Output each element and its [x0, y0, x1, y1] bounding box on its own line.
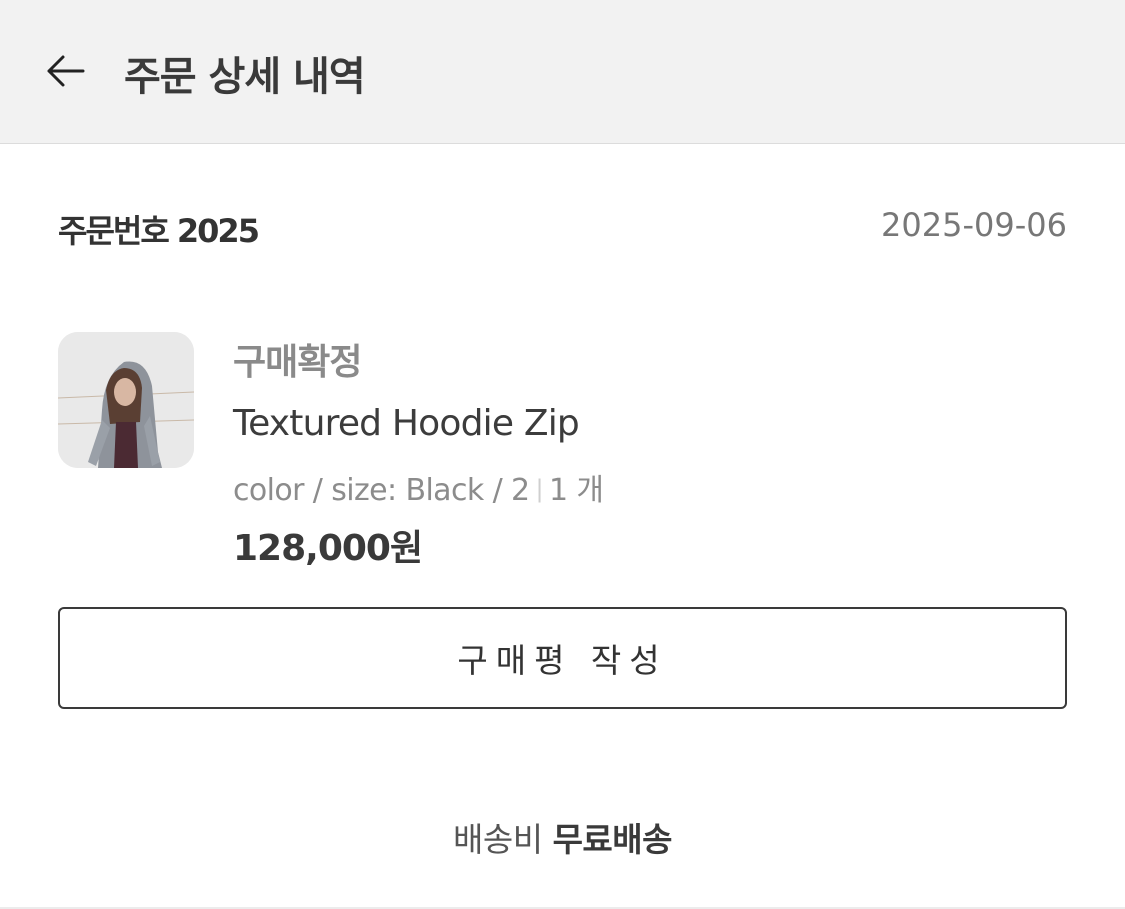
shipping-fee-label: 배송비: [452, 820, 543, 859]
order-number: 주문번호 2025: [58, 212, 258, 250]
write-review-button[interactable]: 구매평 작성: [58, 607, 1067, 709]
product-options-row: color / size: Black / 2 | 1 개: [233, 465, 604, 509]
shipping-fee-value: 무료배송: [552, 820, 673, 859]
product-name[interactable]: Textured Hoodie Zip: [233, 403, 580, 444]
product-quantity: 1 개: [549, 473, 604, 508]
arrow-left-icon: [45, 54, 85, 92]
product-price: 128,000원: [233, 528, 423, 569]
order-status: 구매확정: [233, 342, 362, 383]
order-date: 2025-09-06: [881, 206, 1067, 244]
product-options: color / size: Black / 2: [233, 473, 530, 508]
app-header: 주문 상세 내역: [0, 0, 1125, 144]
product-thumbnail[interactable]: [58, 332, 194, 468]
page-title: 주문 상세 내역: [124, 54, 366, 100]
divider: |: [535, 475, 544, 503]
shipping-fee: 배송비 무료배송: [0, 813, 1125, 861]
back-button[interactable]: [40, 50, 90, 96]
